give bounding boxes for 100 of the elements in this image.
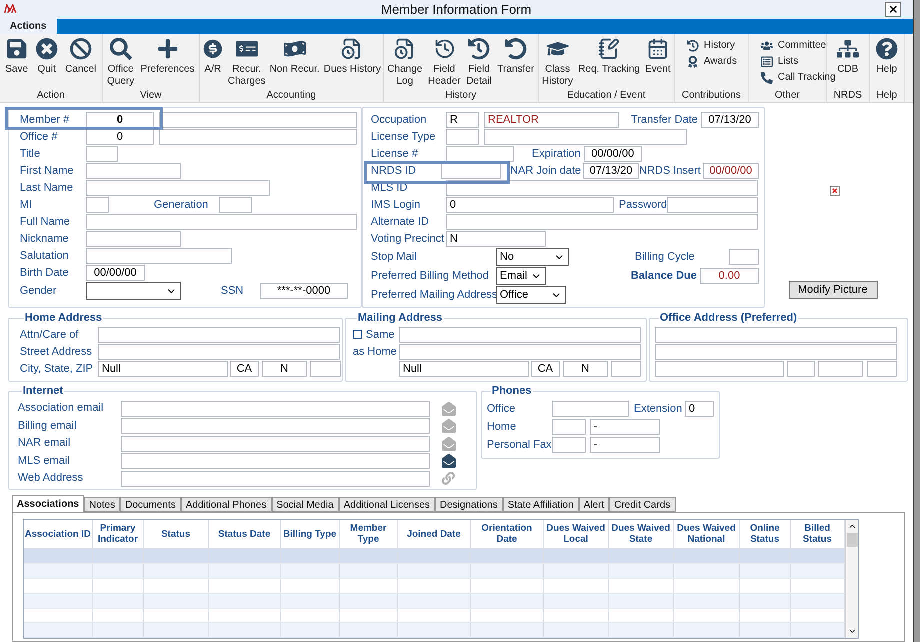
ribbon-button[interactable]: Awards xyxy=(687,54,738,70)
ribbon-button[interactable]: Lists xyxy=(761,54,799,70)
ribbon-button[interactable]: Field Detail xyxy=(464,38,494,88)
input-field[interactable] xyxy=(121,436,430,452)
input-field[interactable] xyxy=(98,344,340,360)
input-field[interactable]: 0 xyxy=(446,197,614,214)
input-field[interactable] xyxy=(86,163,181,180)
ribbon-button[interactable]: Change Log xyxy=(386,38,425,88)
dropdown[interactable]: No xyxy=(496,248,569,266)
input-field[interactable]: 00/00/00 xyxy=(584,146,642,162)
input-field[interactable] xyxy=(219,197,252,214)
column-header[interactable]: Billing Type xyxy=(281,520,340,548)
column-header[interactable]: Association ID xyxy=(24,520,93,548)
input-field[interactable] xyxy=(86,197,109,214)
column-header[interactable]: Primary Indicator xyxy=(93,520,144,548)
scroll-thumb[interactable] xyxy=(846,533,858,548)
input-field[interactable] xyxy=(552,436,586,453)
checkbox[interactable] xyxy=(353,330,362,340)
input-field[interactable] xyxy=(121,453,430,470)
ribbon-button[interactable]: Non Recur. xyxy=(268,38,322,76)
input-field[interactable] xyxy=(86,214,357,230)
ribbon-button[interactable]: History xyxy=(687,38,736,54)
input-field[interactable]: CA xyxy=(230,360,259,377)
ribbon-button[interactable]: Event xyxy=(643,38,673,76)
ribbon-button[interactable]: Req. Tracking xyxy=(576,38,642,76)
grid-row[interactable] xyxy=(24,549,845,564)
input-field[interactable]: 0 xyxy=(86,129,154,146)
input-field[interactable]: 0 xyxy=(685,400,714,417)
ribbon-button[interactable]: Field Header xyxy=(426,38,463,88)
input-field[interactable]: 0.00 xyxy=(700,268,759,284)
input-field[interactable]: R xyxy=(446,112,479,128)
tab[interactable]: Notes xyxy=(84,497,120,512)
input-field[interactable]: CA xyxy=(531,360,560,377)
input-field[interactable]: Null xyxy=(399,360,529,377)
ribbon-button[interactable]: Preferences xyxy=(138,38,197,76)
ribbon-button[interactable]: A/R xyxy=(200,38,226,76)
dropdown[interactable]: Office xyxy=(496,286,566,304)
column-header[interactable]: Dues Waived State xyxy=(609,520,674,548)
grid-row[interactable] xyxy=(24,608,845,624)
input-field[interactable]: N xyxy=(446,231,546,248)
input-field[interactable] xyxy=(86,180,270,196)
column-header[interactable]: Dues Waived Local xyxy=(544,520,609,548)
input-field[interactable] xyxy=(446,146,514,162)
column-header[interactable]: Status xyxy=(144,520,209,548)
input-field[interactable] xyxy=(655,360,784,377)
input-field[interactable]: 00/00/00 xyxy=(703,163,759,180)
column-header[interactable]: Joined Date xyxy=(398,520,471,548)
ribbon-button[interactable]: Quit xyxy=(34,38,60,76)
input-field[interactable] xyxy=(787,360,815,377)
column-header[interactable]: Online Status xyxy=(740,520,791,548)
input-field[interactable] xyxy=(552,418,586,435)
grid-row[interactable] xyxy=(24,594,845,609)
envelope-icon[interactable] xyxy=(442,454,456,468)
input-field[interactable] xyxy=(655,344,897,360)
ribbon-button[interactable]: Recur. Charges xyxy=(226,38,268,88)
ribbon-button[interactable]: Save xyxy=(4,38,30,76)
input-field[interactable]: 00/00/00 xyxy=(86,265,145,282)
input-field[interactable]: 07/13/20 xyxy=(583,163,640,180)
column-header[interactable]: Status Date xyxy=(209,520,281,548)
input-field[interactable] xyxy=(159,129,357,146)
dropdown[interactable] xyxy=(86,282,181,300)
ribbon-tab[interactable]: Actions xyxy=(0,18,57,34)
input-field[interactable] xyxy=(86,248,232,264)
tab[interactable]: Documents xyxy=(120,497,181,512)
ribbon-button[interactable]: CDB xyxy=(835,38,861,76)
tab[interactable]: Additional Phones xyxy=(180,497,272,512)
input-field[interactable] xyxy=(86,146,118,162)
tab[interactable]: State Affiliation xyxy=(502,497,579,512)
ribbon-button[interactable]: Dues History xyxy=(322,38,384,76)
input-field[interactable] xyxy=(121,400,430,417)
tab[interactable]: Social Media xyxy=(272,497,339,512)
input-field[interactable]: 0 xyxy=(86,112,154,128)
input-field[interactable] xyxy=(729,249,759,266)
dropdown[interactable]: Email xyxy=(496,267,546,286)
input-field[interactable] xyxy=(484,129,687,146)
input-field[interactable] xyxy=(867,360,897,377)
ribbon-button[interactable]: Call Tracking xyxy=(761,70,836,86)
modify-picture-button[interactable]: Modify Picture xyxy=(788,280,878,299)
input-field[interactable] xyxy=(310,360,341,377)
tab[interactable]: Additional Licenses xyxy=(338,497,436,512)
input-field[interactable] xyxy=(121,470,430,487)
grid-row[interactable] xyxy=(24,564,845,579)
tab[interactable]: Credit Cards xyxy=(609,497,676,512)
input-field[interactable]: N xyxy=(563,360,608,377)
tab[interactable]: Associations xyxy=(12,495,84,512)
ribbon-button[interactable]: Office Query xyxy=(105,38,137,88)
input-field[interactable]: Null xyxy=(98,360,228,377)
input-field[interactable] xyxy=(611,360,641,377)
grid-row[interactable] xyxy=(24,578,845,594)
input-field[interactable] xyxy=(655,326,897,343)
input-field[interactable] xyxy=(441,163,502,180)
column-header[interactable]: Dues Waived National xyxy=(674,520,740,548)
input-field[interactable] xyxy=(121,418,430,434)
input-field[interactable] xyxy=(446,180,758,196)
close-button[interactable] xyxy=(885,2,901,17)
input-field[interactable]: 07/13/20 xyxy=(701,112,759,128)
input-field[interactable] xyxy=(446,214,758,230)
input-field[interactable]: - xyxy=(590,436,660,453)
input-field[interactable] xyxy=(98,326,340,343)
grid-row[interactable] xyxy=(24,623,845,638)
